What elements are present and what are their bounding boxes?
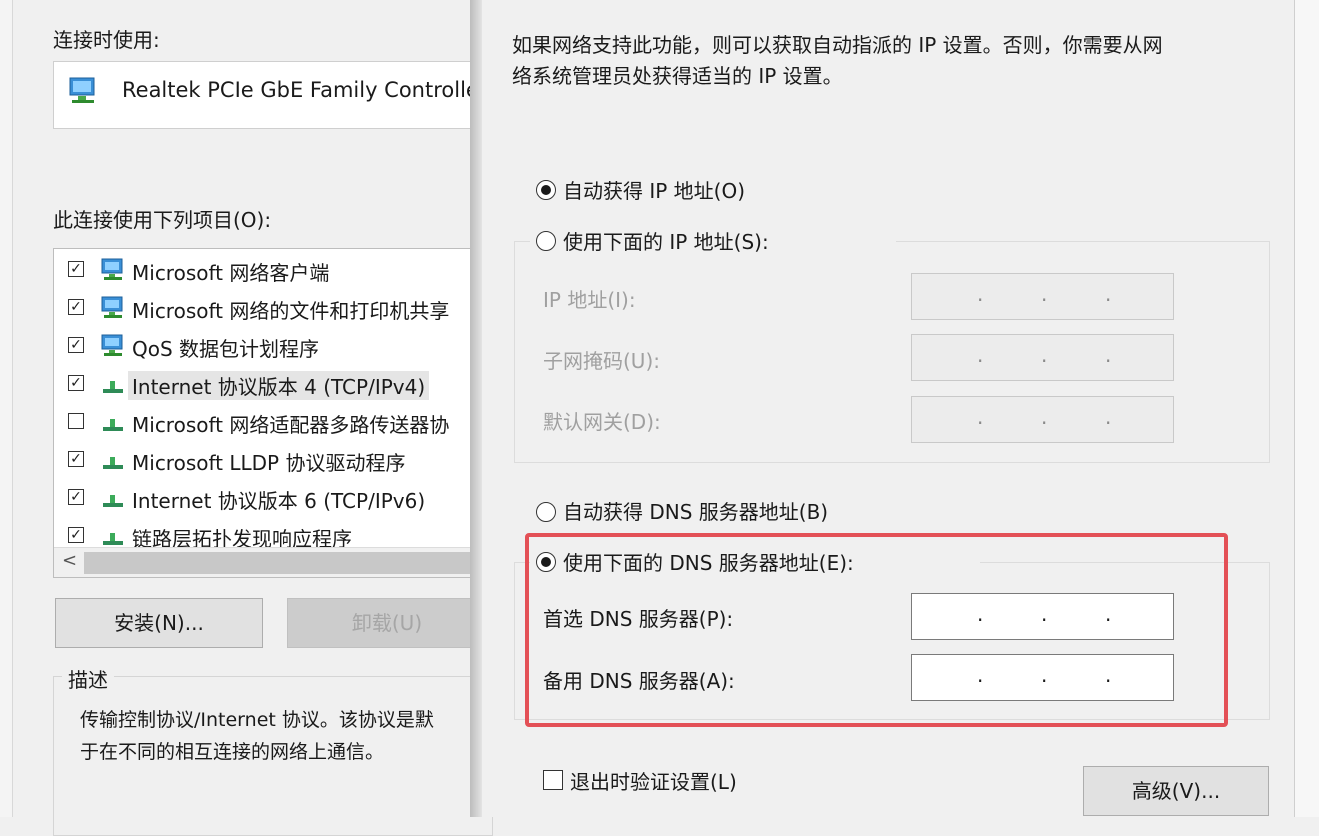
intro-line-1: 如果网络支持此功能，则可以获取自动指派的 IP 设置。否则，你需要从网: [512, 33, 1163, 57]
adapter-properties-dialog: 连接时使用: Realtek PCIe GbE Family Controlle…: [0, 0, 493, 836]
subnet-mask-input[interactable]: ...: [911, 334, 1174, 381]
connect-using-label: 连接时使用:: [53, 28, 160, 52]
item-label: Microsoft 网络的文件和打印机共享: [132, 299, 450, 323]
ip-dot: .: [1041, 405, 1048, 429]
list-item[interactable]: ✓ QoS 数据包计划程序: [54, 327, 492, 365]
auto-dns-label[interactable]: 自动获得 DNS 服务器地址(B): [563, 496, 828, 525]
item-checkbox[interactable]: ✓: [68, 489, 84, 505]
manual-ip-label[interactable]: 使用下面的 IP 地址(S):: [563, 226, 769, 255]
description-line-1: 传输控制协议/Internet 协议。该协议是默: [80, 709, 434, 731]
list-item[interactable]: ✓ Internet 协议版本 6 (TCP/IPv6): [54, 479, 492, 517]
protocol-icon: [103, 419, 123, 431]
item-checkbox[interactable]: ✓: [68, 527, 84, 543]
item-checkbox[interactable]: ✓: [68, 451, 84, 467]
ip-dot: .: [1041, 343, 1048, 367]
ip-dot: .: [1105, 282, 1112, 306]
protocol-icon: [103, 457, 123, 469]
ip-dot: .: [1041, 282, 1048, 306]
gateway-input[interactable]: ...: [911, 396, 1174, 443]
ip-address-label: IP 地址(I):: [543, 288, 636, 312]
window-edge: [0, 0, 13, 817]
ip-address-input[interactable]: ...: [911, 273, 1174, 320]
adapter-box: Realtek PCIe GbE Family Controlle: [53, 61, 493, 129]
background-window: [1295, 0, 1319, 817]
item-label: Microsoft 网络客户端: [132, 261, 330, 285]
component-list[interactable]: ✓ Microsoft 网络客户端 ✓ Microsoft 网络的文件和打印机共享 ✓ Q…: [53, 248, 493, 578]
auto-dns-radio[interactable]: [536, 502, 556, 522]
protocol-icon: [103, 495, 123, 507]
item-checkbox[interactable]: [68, 413, 84, 429]
description-legend: 描述: [62, 664, 114, 693]
list-item[interactable]: ✓ Microsoft 网络的文件和打印机共享: [54, 289, 492, 327]
auto-ip-label[interactable]: 自动获得 IP 地址(O): [563, 175, 745, 204]
item-label: Internet 协议版本 6 (TCP/IPv6): [132, 489, 426, 513]
scrollbar-thumb[interactable]: [84, 552, 484, 574]
auto-ip-radio[interactable]: [536, 180, 556, 200]
validate-checkbox[interactable]: [543, 770, 563, 790]
description-line-2: 于在不同的相互连接的网络上通信。: [80, 741, 385, 763]
protocol-icon: [103, 381, 123, 393]
intro-text: 如果网络支持此功能，则可以获取自动指派的 IP 设置。否则，你需要从网 络系统管…: [512, 30, 1163, 92]
list-item[interactable]: ✓ Internet 协议版本 4 (TCP/IPv4): [54, 365, 492, 403]
item-checkbox[interactable]: ✓: [68, 375, 84, 391]
network-client-icon: [101, 334, 123, 356]
ip-dot: .: [1105, 343, 1112, 367]
ip-dot: .: [1105, 405, 1112, 429]
scroll-left-icon[interactable]: <: [62, 550, 77, 571]
item-checkbox[interactable]: ✓: [68, 299, 84, 315]
validate-label[interactable]: 退出时验证设置(L): [570, 766, 737, 795]
list-item[interactable]: Microsoft 网络适配器多路传送器协: [54, 403, 492, 441]
ip-dot: .: [977, 343, 984, 367]
highlight-box: [525, 533, 1228, 727]
subnet-label: 子网掩码(U):: [543, 349, 660, 373]
manual-ip-radio[interactable]: [536, 231, 556, 251]
ip-dot: .: [977, 405, 984, 429]
install-button[interactable]: 安装(N)...: [55, 598, 263, 648]
horizontal-scrollbar[interactable]: <: [54, 547, 492, 577]
list-item[interactable]: ✓ Microsoft 网络客户端: [54, 251, 492, 289]
gateway-label: 默认网关(D):: [543, 410, 661, 434]
item-checkbox[interactable]: ✓: [68, 261, 84, 277]
ip-dot: .: [977, 282, 984, 306]
list-item[interactable]: ✓ Microsoft LLDP 协议驱动程序: [54, 441, 492, 479]
item-label: Microsoft 网络适配器多路传送器协: [132, 413, 450, 437]
advanced-button[interactable]: 高级(V)...: [1083, 766, 1269, 816]
network-client-icon: [101, 258, 123, 280]
description-text: 传输控制协议/Internet 协议。该协议是默 于在不同的相互连接的网络上通信…: [80, 704, 434, 768]
item-label: QoS 数据包计划程序: [132, 337, 320, 361]
uninstall-button[interactable]: 卸载(U): [287, 598, 487, 648]
item-checkbox[interactable]: ✓: [68, 337, 84, 353]
network-client-icon: [101, 296, 123, 318]
adapter-name: Realtek PCIe GbE Family Controlle: [122, 78, 479, 102]
items-label: 此连接使用下列项目(O):: [53, 208, 272, 232]
item-label: Microsoft LLDP 协议驱动程序: [132, 451, 406, 475]
protocol-icon: [103, 533, 123, 545]
intro-line-2: 络系统管理员处获得适当的 IP 设置。: [512, 64, 843, 88]
item-label: Internet 协议版本 4 (TCP/IPv4): [128, 371, 430, 400]
network-adapter-icon: [69, 77, 95, 103]
